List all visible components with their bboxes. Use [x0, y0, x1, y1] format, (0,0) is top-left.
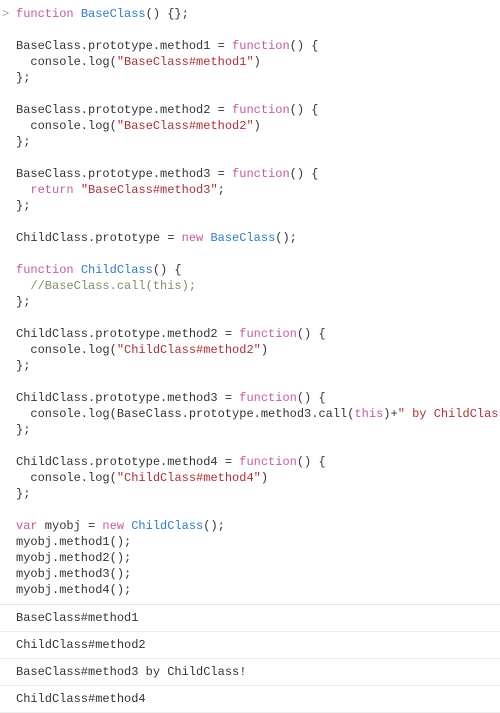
- code-source: function BaseClass() {}; BaseClass.proto…: [0, 6, 500, 604]
- kw-function: function: [16, 7, 74, 21]
- fn-baseclass: BaseClass: [81, 7, 146, 21]
- console-prompt: >: [2, 6, 9, 22]
- console-log-line: ChildClass#method2: [0, 632, 500, 659]
- code-comment: //BaseClass.call(this);: [30, 279, 196, 293]
- console-log-line: BaseClass#method1: [0, 605, 500, 632]
- console-log-line: BaseClass#method3 by ChildClass!: [0, 659, 500, 686]
- console-output-block: BaseClass#method1 ChildClass#method2 Bas…: [0, 604, 500, 713]
- code-input-block: > function BaseClass() {}; BaseClass.pro…: [0, 0, 500, 604]
- fn-childclass: ChildClass: [81, 263, 153, 277]
- console-log-line: ChildClass#method4: [0, 686, 500, 713]
